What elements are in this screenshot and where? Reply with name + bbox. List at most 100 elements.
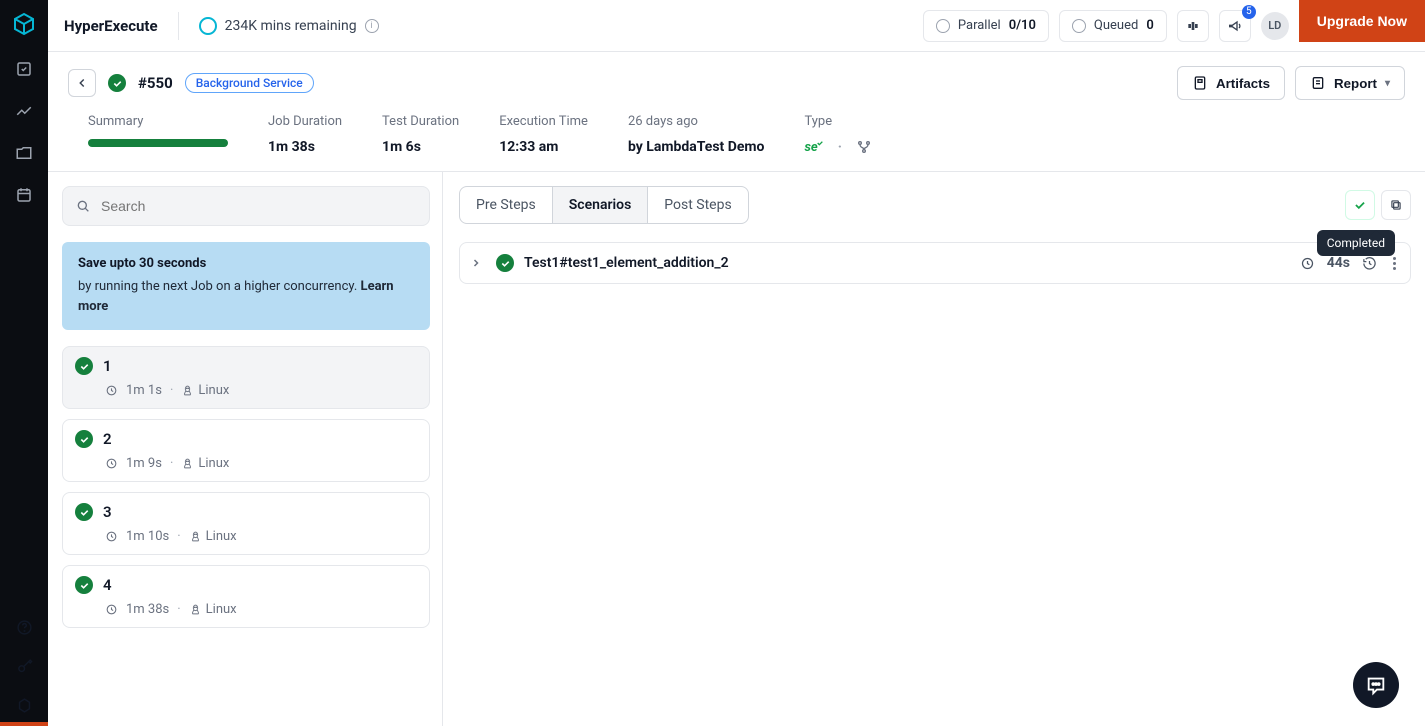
task-status-check-icon [75,503,93,521]
dot-separator: · [170,456,173,471]
scenario-panel: Pre Steps Scenarios Post Steps Completed [443,172,1425,726]
task-status-check-icon [75,576,93,594]
copy-button[interactable] [1381,190,1411,220]
task-list: 1 1m 1s · Linux 2 1m 9s · Linux 3 [62,346,430,628]
task-duration: 1m 9s [126,456,162,471]
left-nav-rail [0,0,48,726]
step-tabs: Pre Steps Scenarios Post Steps [459,186,749,224]
search-icon [75,198,91,214]
upgrade-button[interactable]: Upgrade Now [1299,0,1425,42]
nav-item-1-icon[interactable] [15,60,33,78]
tip-title: Save upto 30 seconds [78,256,414,271]
task-item[interactable]: 3 1m 10s · Linux [62,492,430,555]
queued-status-icon [1072,19,1086,33]
tasks-panel: Save upto 30 seconds by running the next… [48,172,443,726]
report-label: Report [1334,76,1377,91]
test-name: Test1#test1_element_addition_2 [524,255,729,271]
search-input[interactable] [101,198,417,214]
task-os: Linux [206,602,237,617]
task-number: 3 [103,503,112,521]
parallel-chip[interactable]: Parallel 0/10 [923,10,1049,42]
tab-pre-steps[interactable]: Pre Steps [460,187,552,223]
expand-icon[interactable] [470,257,486,269]
artifacts-button[interactable]: Artifacts [1177,66,1285,100]
status-filter-button[interactable] [1345,190,1375,220]
clock-icon [105,457,118,470]
parallel-value: 0/10 [1009,18,1036,33]
type-label: Type [804,114,872,129]
job-duration-label: Job Duration [268,114,342,129]
report-button[interactable]: Report ▾ [1295,66,1405,100]
nav-item-2-icon[interactable] [15,102,33,120]
when-value: by LambdaTest Demo [628,139,764,155]
job-duration-value: 1m 38s [268,139,342,155]
parallel-label: Parallel [958,18,1001,33]
chevron-down-icon: ▾ [1385,78,1390,89]
task-item[interactable]: 4 1m 38s · Linux [62,565,430,628]
task-number: 1 [103,357,112,375]
tip-card: Save upto 30 seconds by running the next… [62,242,430,330]
test-duration: 44s [1327,255,1350,271]
job-status-check-icon [108,74,126,92]
metrics-row: Summary Job Duration 1m 38s Test Duratio… [48,100,1425,172]
test-status-check-icon [496,254,514,272]
linux-icon: Linux [181,383,229,398]
info-icon[interactable]: i [365,19,379,33]
clock-icon [105,530,118,543]
nav-item-3-icon[interactable] [15,144,33,162]
queued-chip[interactable]: Queued 0 [1059,10,1167,42]
tab-post-steps[interactable]: Post Steps [647,187,747,223]
announcement-icon[interactable]: 5 [1219,10,1251,42]
progress-ring-icon [199,17,217,35]
help-icon[interactable] [16,619,33,636]
test-row[interactable]: Test1#test1_element_addition_2 44s [459,242,1411,284]
parallel-status-icon [936,19,950,33]
task-os: Linux [198,383,229,398]
git-branch-icon [856,139,872,155]
queued-value: 0 [1146,18,1153,33]
task-duration: 1m 1s [126,383,162,398]
brand-title: HyperExecute [64,17,158,35]
task-item[interactable]: 1 1m 1s · Linux [62,346,430,409]
task-item[interactable]: 2 1m 9s · Linux [62,419,430,482]
linux-icon: Linux [189,602,237,617]
settings-icon[interactable] [16,697,33,714]
task-number: 2 [103,430,112,448]
dot-separator: · [177,602,180,617]
task-status-check-icon [75,430,93,448]
tab-scenarios[interactable]: Scenarios [552,187,648,223]
summary-label: Summary [88,114,228,129]
job-id: #550 [138,74,173,92]
task-number: 4 [103,576,112,594]
dot-separator: · [170,383,173,398]
task-os: Linux [206,529,237,544]
nav-item-4-icon[interactable] [15,186,33,204]
search-box[interactable] [62,186,430,226]
exec-time-label: Execution Time [499,114,588,129]
back-button[interactable] [68,69,96,97]
accent-bar [0,722,48,726]
minutes-remaining: 234K mins remaining i [199,17,379,35]
queued-label: Queued [1094,18,1138,33]
tip-body: by running the next Job on a higher conc… [78,279,361,294]
clock-icon [1300,256,1315,271]
divider [178,12,179,40]
task-duration: 1m 10s [126,529,169,544]
test-duration-label: Test Duration [382,114,459,129]
linux-icon: Linux [189,529,237,544]
selenium-icon: se [804,140,823,155]
exec-time-value: 12:33 am [499,139,588,155]
clock-icon [105,384,118,397]
sound-icon[interactable] [1177,10,1209,42]
dot-separator: · [177,529,180,544]
avatar[interactable]: LD [1261,12,1289,40]
key-icon[interactable] [16,658,33,675]
clock-icon [105,603,118,616]
logo-icon[interactable] [12,12,36,36]
test-duration-value: 1m 6s [382,139,459,155]
when-label: 26 days ago [628,114,764,129]
history-icon[interactable] [1362,256,1377,271]
top-bar: HyperExecute 234K mins remaining i Paral… [48,0,1425,52]
chat-fab[interactable] [1353,662,1399,708]
artifacts-label: Artifacts [1216,76,1270,91]
